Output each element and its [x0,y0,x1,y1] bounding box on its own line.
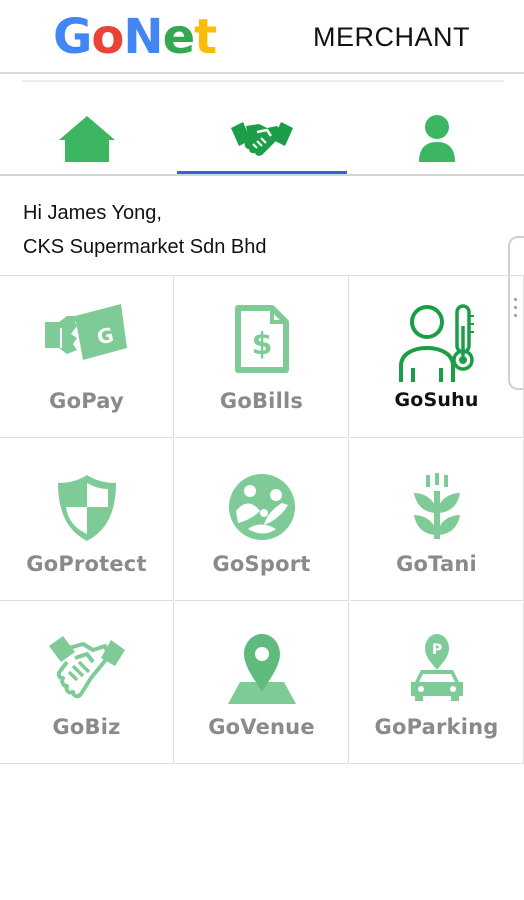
service-label: GoBills [219,389,304,413]
service-gosuhu[interactable]: GoSuhu [350,276,524,438]
user-icon [419,115,455,162]
parking-car-icon: P [410,634,463,701]
service-label: GoParking [374,715,499,739]
handshake-icon [231,122,293,156]
service-gobills[interactable]: $ GoBills [175,276,349,438]
greeting-name: Hi James Yong, [23,202,162,224]
service-goparking[interactable]: P GoParking [350,602,524,764]
services-grid: G GoPay $ GoBills GoSuhu GoProtect GoSpo… [0,275,524,765]
logo-letter: G [53,9,92,65]
service-gotani[interactable]: GoTani [350,439,524,601]
logo-letter: N [123,9,163,65]
sport-icon [228,474,295,540]
tab-profile[interactable] [350,100,524,174]
service-label: GoSuhu [394,389,479,411]
gonet-logo: GoNet [53,9,217,65]
service-label: GoProtect [26,552,147,576]
plant-icon [413,473,460,539]
greeting-company: CKS Supermarket Sdn Bhd [23,236,267,258]
app-header: GoNet MERCHANT [0,0,524,74]
service-label: GoPay [49,389,124,413]
tab-home[interactable] [0,100,174,174]
service-label: GoVenue [208,715,315,739]
svg-text:$: $ [251,327,272,362]
service-goprotect[interactable]: GoProtect [0,439,174,601]
service-gosport[interactable]: GoSport [175,439,349,601]
home-icon [59,116,115,162]
svg-text:P: P [431,642,441,658]
greeting: Hi James Yong, CKS Supermarket Sdn Bhd [23,196,266,264]
tab-bar [0,100,524,176]
service-govenue[interactable]: GoVenue [175,602,349,764]
logo-letter: e [162,9,196,65]
handshake-icon [48,636,125,699]
service-label: GoSport [212,552,311,576]
merchant-label: MERCHANT [313,22,470,52]
logo-letter: o [91,9,124,65]
tab-partners[interactable] [175,100,349,174]
logo-letter: t [194,9,217,65]
bill-icon: $ [234,305,289,373]
wallet-icon: G [44,304,127,360]
service-label: GoTani [396,552,477,576]
service-label: GoBiz [52,715,121,739]
location-pin-icon [227,634,296,704]
header-divider [22,80,504,82]
thermometer-person-icon [398,304,474,382]
service-gobiz[interactable]: GoBiz [0,602,174,764]
shield-icon [57,475,116,541]
service-gopay[interactable]: G GoPay [0,276,174,438]
